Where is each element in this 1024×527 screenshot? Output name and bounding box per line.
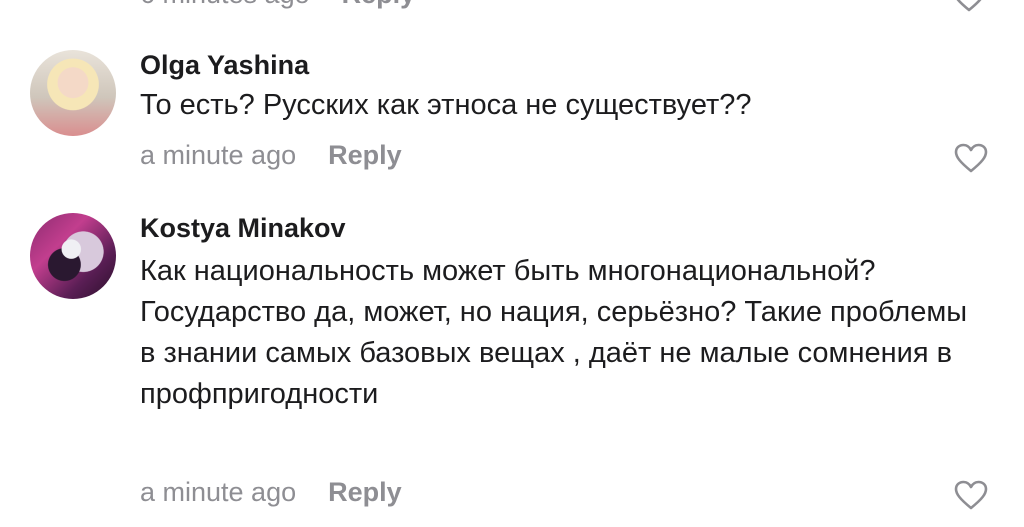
avatar[interactable]	[30, 213, 116, 299]
comment-text: То есть? Русских как этноса не существуе…	[140, 89, 752, 121]
comment-text: Как национальность может быть многонацио…	[140, 255, 968, 410]
reply-button[interactable]: Reply	[328, 140, 402, 171]
comment-author[interactable]: Olga Yashina	[140, 50, 309, 81]
previous-comment-meta: 6 minutes ago Reply	[140, 0, 415, 10]
comment-time: a minute ago	[140, 477, 297, 507]
comment-item: Olga Yashina То есть? Русских как этноса…	[0, 40, 1024, 190]
comment-meta: a minute ago Reply	[140, 477, 402, 508]
comment-author[interactable]: Kostya Minakov	[140, 213, 346, 244]
heart-outline-icon[interactable]	[952, 0, 986, 12]
reply-button[interactable]: Reply	[328, 477, 402, 508]
heart-outline-icon[interactable]	[954, 480, 988, 510]
comment-time: 6 minutes ago	[140, 0, 310, 10]
comment-meta: a minute ago Reply	[140, 140, 402, 171]
comment-time: a minute ago	[140, 140, 297, 170]
heart-outline-icon[interactable]	[954, 143, 988, 173]
comment-item: Kostya Minakov Как национальность может …	[0, 205, 1024, 525]
avatar[interactable]	[30, 50, 116, 136]
reply-button[interactable]: Reply	[342, 0, 416, 10]
comments-page: 6 minutes ago Reply Olga Yashina То есть…	[0, 0, 1024, 527]
